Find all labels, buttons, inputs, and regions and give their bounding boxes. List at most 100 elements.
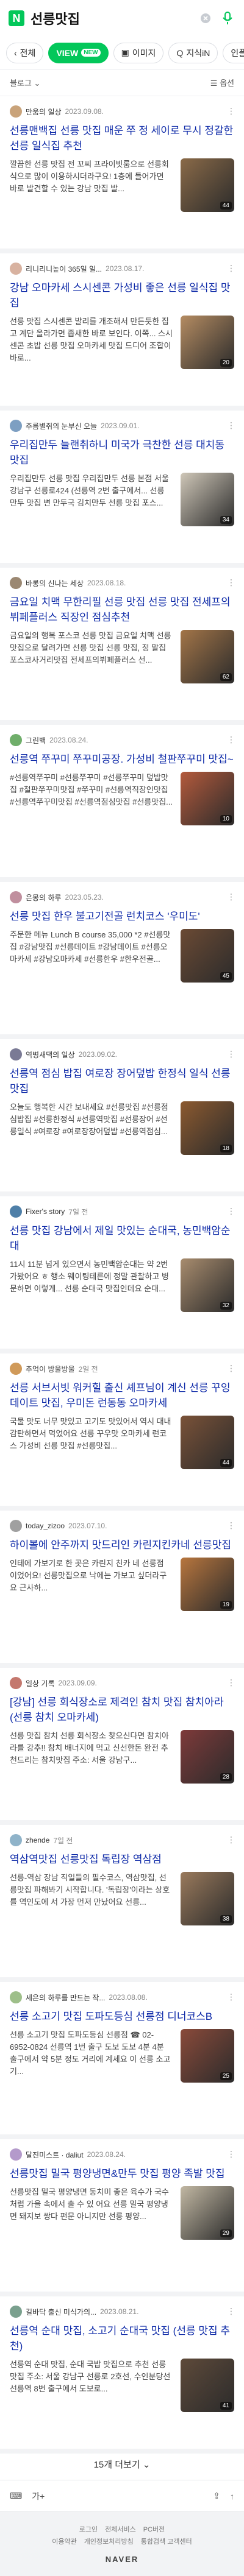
author-name[interactable]: 그린백 (26, 735, 46, 746)
footer-link-pc[interactable]: PC버전 (143, 2524, 165, 2534)
author-name[interactable]: 리니리니높이 365일 일... (26, 264, 102, 274)
result-title[interactable]: 선릉 맛집 한우 불고기전골 런치코스 '우미도' (10, 909, 234, 924)
avatar[interactable] (10, 1363, 22, 1375)
avatar[interactable] (10, 1991, 22, 2003)
result-card[interactable]: 은몽의 하루 2023.05.23. ⋮ 선릉 맛집 한우 불고기전골 런치코스… (0, 882, 244, 1039)
author-name[interactable]: zhende (26, 1836, 49, 1844)
avatar[interactable] (10, 420, 22, 432)
avatar[interactable] (10, 2148, 22, 2161)
result-thumbnail[interactable]: 44 (181, 1416, 234, 1469)
tab-all[interactable]: ‹ 전체 (6, 42, 44, 63)
more-icon[interactable]: ⋮ (227, 1678, 235, 1688)
result-title[interactable]: 하이볼에 안주까지 맛드리인 카린지킨카네 선릉맛집 (10, 1537, 234, 1553)
author-name[interactable]: 바롱의 신나는 세상 (26, 578, 84, 588)
avatar[interactable] (10, 577, 22, 589)
result-thumbnail[interactable]: 19 (181, 1558, 234, 1611)
result-thumbnail[interactable]: 10 (181, 772, 234, 825)
result-thumbnail[interactable]: 18 (181, 1101, 234, 1155)
result-card[interactable]: 리니리니높이 365일 일... 2023.08.17. ⋮ 강남 오마카세 스… (0, 253, 244, 411)
avatar[interactable] (10, 1048, 22, 1060)
option-button[interactable]: ☰ 옵션 (210, 77, 234, 88)
result-card[interactable]: 달진미스트 · daliut 2023.08.24. ⋮ 선릉맛집 밀국 평양냉… (0, 2139, 244, 2296)
microphone-icon[interactable] (220, 10, 235, 26)
result-title[interactable]: 선릉맨백집 선릉 맛집 매운 쭈 정 세이로 무시 정갈한 선릉 일식집 추천 (10, 123, 234, 154)
footer-link-services[interactable]: 전체서비스 (105, 2524, 136, 2534)
more-icon[interactable]: ⋮ (227, 735, 235, 745)
result-thumbnail[interactable]: 44 (181, 158, 234, 212)
tab-influencer[interactable]: 인플 (223, 42, 244, 63)
avatar[interactable] (10, 263, 22, 275)
avatar[interactable] (10, 1205, 22, 1218)
avatar[interactable] (10, 105, 22, 118)
more-icon[interactable]: ⋮ (227, 1992, 235, 2002)
more-icon[interactable]: ⋮ (227, 892, 235, 902)
result-card[interactable]: 만움의 일상 2023.09.08. ⋮ 선릉맨백집 선릉 맛집 매운 쭈 정 … (0, 96, 244, 253)
author-name[interactable]: 일상 기록 (26, 1678, 55, 1689)
tab-image[interactable]: ▣ 이미지 (113, 42, 164, 63)
result-title[interactable]: 선릉맛집 밀국 평양냉면&만두 맛집 평양 족발 맛집 (10, 2166, 234, 2181)
result-thumbnail[interactable]: 41 (181, 2359, 234, 2412)
naver-logo-icon[interactable]: N (9, 10, 24, 26)
more-icon[interactable]: ⋮ (227, 106, 235, 116)
result-title[interactable]: 역삼역맛집 선릉맛집 독립장 역삼점 (10, 1852, 234, 1867)
author-name[interactable]: 주름별쥐의 눈부신 오늘 (26, 421, 97, 431)
result-card[interactable]: 길바닥 출신 미식가의... 2023.08.21. ⋮ 선릉역 순대 맛집, … (0, 2296, 244, 2454)
result-title[interactable]: 선릉역 순대 맛집, 소고기 순대국 맛집 (선릉 맛집 추천) (10, 2323, 234, 2354)
avatar[interactable] (10, 891, 22, 903)
tab-view[interactable]: VIEW NEW (48, 42, 109, 63)
more-icon[interactable]: ⋮ (227, 577, 235, 588)
result-thumbnail[interactable]: 45 (181, 929, 234, 983)
keyboard-icon[interactable]: ⌨ (10, 2491, 22, 2501)
more-icon[interactable]: ⋮ (227, 420, 235, 431)
result-card[interactable]: 추억이 방울방울 2일 전 ⋮ 선릉 서브서빗 워커힐 출신 셰프님이 계신 선… (0, 1353, 244, 1511)
footer-link-login[interactable]: 로그인 (79, 2524, 98, 2534)
result-thumbnail[interactable]: 25 (181, 2029, 234, 2083)
author-name[interactable]: 달진미스트 · daliut (26, 2150, 84, 2160)
footer-link-privacy[interactable]: 개인정보처리방침 (84, 2536, 134, 2546)
scroll-top-icon[interactable]: ↑ (230, 2491, 234, 2501)
avatar[interactable] (10, 2306, 22, 2318)
clear-icon[interactable] (198, 10, 214, 26)
more-icon[interactable]: ⋮ (227, 2149, 235, 2159)
footer-link-terms[interactable]: 이용약관 (52, 2536, 76, 2546)
more-icon[interactable]: ⋮ (227, 2306, 235, 2317)
sort-dropdown[interactable]: 블로그 ⌄ (10, 77, 40, 88)
result-card[interactable]: 세은의 하루를 만드는 작... 2023.08.08. ⋮ 선릉 소고기 맛집… (0, 1982, 244, 2139)
result-title[interactable]: 선릉 맛집 강남에서 제일 맛있는 순대국, 농민백암순대 (10, 1223, 234, 1254)
result-card[interactable]: 바롱의 신나는 세상 2023.08.18. ⋮ 금요일 치맥 무한리필 선릉 … (0, 568, 244, 725)
result-thumbnail[interactable]: 28 (181, 1730, 234, 1784)
avatar[interactable] (10, 1520, 22, 1532)
result-card[interactable]: 일상 기록 2023.09.09. ⋮ [강남] 선릉 회식장소로 제격인 참치… (0, 1668, 244, 1825)
result-thumbnail[interactable]: 29 (181, 2186, 234, 2240)
result-title[interactable]: 선릉 서브서빗 워커힐 출신 셰프님이 계신 선릉 꾸잉 데이트 맛집, 우미돈… (10, 1380, 234, 1411)
author-name[interactable]: 은몽의 하루 (26, 892, 62, 903)
author-name[interactable]: 만움의 일상 (26, 107, 62, 117)
result-title[interactable]: 우리집만두 늘랜취하니 미국가 극찬한 선릉 대치동 맛집 (10, 437, 234, 468)
result-title[interactable]: 강남 오마카세 스시센콘 가성비 좋은 선릉 일식집 맛집 (10, 280, 234, 311)
avatar[interactable] (10, 1677, 22, 1689)
result-title[interactable]: 선릉역 쭈꾸미 쭈꾸미공장. 가성비 철판쭈꾸미 맛집~ (10, 752, 234, 767)
result-card[interactable]: zhende 7일 전 ⋮ 역삼역맛집 선릉맛집 독립장 역삼점 선릉-역삼 장… (0, 1825, 244, 1982)
result-title[interactable]: 금요일 치맥 무한리필 선릉 맛집 선릉 맛집 전세프의 뷔페플러스 직장인 점… (10, 595, 234, 625)
result-card[interactable]: today_zizoo 2023.07.10. ⋮ 하이볼에 안주까지 맛드리인… (0, 1511, 244, 1668)
tab-kin[interactable]: Q 지식iN (168, 42, 218, 63)
result-thumbnail[interactable]: 38 (181, 1872, 234, 1925)
author-name[interactable]: 추억이 방울방울 (26, 1364, 75, 1374)
search-query[interactable]: 선릉맛집 (30, 9, 192, 28)
result-title[interactable]: [강남] 선릉 회식장소로 제격인 참치 맛집 참치아라 (선릉 참치 오마카세… (10, 1695, 234, 1725)
more-icon[interactable]: ⋮ (227, 1049, 235, 1059)
avatar[interactable] (10, 734, 22, 746)
author-name[interactable]: Fixer's story (26, 1207, 65, 1216)
author-name[interactable]: today_zizoo (26, 1522, 65, 1530)
result-card[interactable]: 그린백 2023.08.24. ⋮ 선릉역 쭈꾸미 쭈꾸미공장. 가성비 철판쭈… (0, 725, 244, 882)
result-card[interactable]: 역병새댁의 일상 2023.09.02. ⋮ 선릉역 점심 밥집 여로장 장어덮… (0, 1039, 244, 1196)
share-icon[interactable]: ⇪ (213, 2491, 220, 2501)
footer-link-support[interactable]: 통합검색 고객센터 (141, 2536, 192, 2546)
author-name[interactable]: 세은의 하루를 만드는 작... (26, 1992, 105, 2003)
font-size-button[interactable]: 가+ (32, 2490, 45, 2502)
avatar[interactable] (10, 1834, 22, 1846)
more-icon[interactable]: ⋮ (227, 1835, 235, 1845)
result-title[interactable]: 선릉 소고기 맛집 도파도등심 선릉점 디너코스B (10, 2009, 234, 2024)
result-thumbnail[interactable]: 34 (181, 473, 234, 526)
more-icon[interactable]: ⋮ (227, 1206, 235, 1216)
